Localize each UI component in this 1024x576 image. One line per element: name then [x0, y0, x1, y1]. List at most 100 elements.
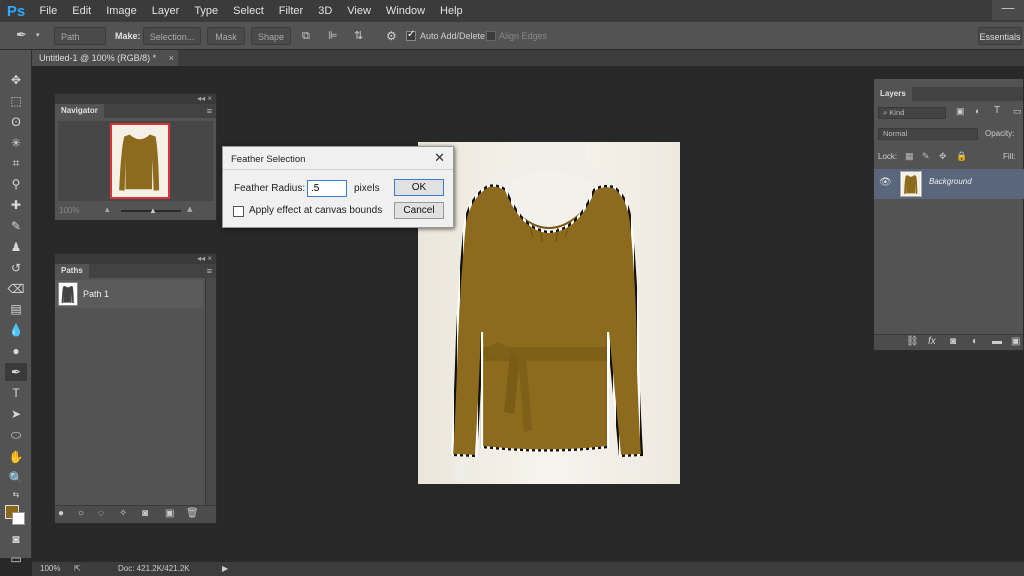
- settings-gear-icon[interactable]: ⚙: [386, 27, 397, 45]
- brush-tool-icon[interactable]: ✎: [5, 217, 27, 235]
- filter-pixel-icon[interactable]: ▣: [956, 106, 965, 117]
- auto-add-delete-checkbox[interactable]: [406, 29, 416, 41]
- make-work-path-icon[interactable]: ✧: [119, 508, 127, 519]
- filter-type-icon[interactable]: T: [994, 105, 1000, 116]
- crop-tool-icon[interactable]: ⌗: [5, 154, 27, 172]
- tool-preset-chevron-icon[interactable]: ▾: [36, 27, 40, 45]
- add-mask-icon[interactable]: ◙: [950, 336, 956, 347]
- feather-radius-input[interactable]: [307, 180, 347, 197]
- path-selection-tool-icon[interactable]: ➤: [5, 405, 27, 423]
- adjustment-layer-icon[interactable]: ◐: [972, 336, 978, 347]
- ellipse-tool-icon[interactable]: ⬭: [5, 426, 27, 444]
- magic-wand-tool-icon[interactable]: ✳: [5, 134, 27, 152]
- layer-row-background[interactable]: 👁 Background: [874, 169, 1024, 199]
- lock-position-icon[interactable]: ✥: [939, 151, 947, 162]
- lasso-tool-icon[interactable]: ʘ: [5, 113, 27, 131]
- hand-tool-icon[interactable]: ✋: [5, 448, 27, 466]
- apply-canvas-bounds-checkbox[interactable]: [233, 206, 244, 217]
- panel-collapse-controls[interactable]: ◂◂ ×: [55, 254, 216, 264]
- layer-style-fx-icon[interactable]: fx: [928, 336, 936, 347]
- cancel-button[interactable]: Cancel: [394, 202, 444, 219]
- path-arrangement-icon[interactable]: ⇅: [354, 27, 363, 45]
- trash-icon[interactable]: 🗑: [186, 508, 199, 519]
- filter-shape-icon[interactable]: ▭: [1013, 106, 1022, 117]
- path-operations-icon[interactable]: ⧉: [302, 27, 310, 45]
- panel-collapse-controls[interactable]: ◂◂ ×: [55, 94, 216, 104]
- add-mask-icon[interactable]: ◙: [142, 508, 148, 519]
- path-alignment-icon[interactable]: ⊫: [328, 27, 338, 45]
- marquee-tool-icon[interactable]: ⬚: [5, 92, 27, 110]
- eraser-tool-icon[interactable]: ⌫: [5, 280, 27, 298]
- healing-brush-tool-icon[interactable]: ✚: [5, 196, 27, 214]
- stroke-path-icon[interactable]: ○: [78, 508, 84, 519]
- document-tab[interactable]: Untitled-1 @ 100% (RGB/8) * ×: [32, 50, 178, 66]
- clone-stamp-tool-icon[interactable]: ♟: [5, 238, 27, 256]
- minimize-button[interactable]: —: [992, 0, 1024, 20]
- dodge-tool-icon[interactable]: ●: [5, 342, 27, 360]
- blend-mode-select[interactable]: Normal: [878, 128, 978, 140]
- eyedropper-tool-icon[interactable]: ⚲: [5, 175, 27, 193]
- pen-tool-icon[interactable]: ✒: [16, 26, 27, 44]
- zoom-tool-icon[interactable]: 🔍: [5, 469, 27, 487]
- menu-help[interactable]: Help: [433, 5, 471, 17]
- make-selection-button[interactable]: Selection...: [143, 27, 201, 45]
- lock-transparency-icon[interactable]: ▦: [905, 151, 914, 162]
- workspace-switcher[interactable]: Essentials: [978, 27, 1022, 45]
- menu-file[interactable]: File: [32, 5, 65, 17]
- path-list-item[interactable]: Path 1: [55, 280, 203, 308]
- zoom-out-icon[interactable]: ▴: [105, 204, 110, 215]
- menu-select[interactable]: Select: [226, 5, 272, 17]
- menu-filter[interactable]: Filter: [271, 5, 310, 17]
- doc-size-info[interactable]: Doc: 421.2K/421.2K: [118, 562, 190, 576]
- menu-edit[interactable]: Edit: [65, 5, 99, 17]
- screen-mode-icon[interactable]: ▭: [5, 550, 27, 568]
- lock-pixels-icon[interactable]: ✎: [922, 151, 930, 162]
- zoom-slider-knob[interactable]: ▲: [149, 206, 157, 215]
- menu-layer[interactable]: Layer: [144, 5, 187, 17]
- move-tool-icon[interactable]: ✥: [5, 71, 27, 89]
- close-icon[interactable]: ✕: [434, 150, 445, 166]
- status-zoom[interactable]: 100%: [40, 562, 60, 576]
- navigator-zoom-value[interactable]: 100%: [59, 206, 79, 215]
- link-layers-icon[interactable]: ⛓: [906, 336, 919, 347]
- layer-kind-filter[interactable]: ⌕ Kind: [878, 107, 946, 119]
- panel-menu-icon[interactable]: ≡: [207, 264, 212, 278]
- make-shape-button[interactable]: Shape: [251, 27, 291, 45]
- new-layer-icon[interactable]: ▣: [1011, 336, 1020, 347]
- menu-window[interactable]: Window: [378, 5, 432, 17]
- close-tab-icon[interactable]: ×: [169, 50, 174, 66]
- menu-type[interactable]: Type: [187, 5, 226, 17]
- document-canvas[interactable]: [418, 142, 680, 484]
- zoom-in-icon[interactable]: ▴: [187, 202, 193, 215]
- path-mode-select[interactable]: Path: [54, 27, 106, 45]
- make-mask-button[interactable]: Mask: [207, 27, 245, 45]
- swap-colors-icon[interactable]: ⇆: [5, 486, 27, 504]
- type-tool-icon[interactable]: T: [5, 384, 27, 402]
- quick-mask-icon[interactable]: ◙: [5, 530, 27, 548]
- pen-tool-icon[interactable]: ✒: [5, 363, 27, 381]
- new-group-icon[interactable]: ▬: [992, 336, 1002, 347]
- new-path-icon[interactable]: ▣: [165, 508, 174, 519]
- load-selection-icon[interactable]: ◌: [98, 508, 104, 519]
- tab-layers[interactable]: Layers: [874, 87, 912, 101]
- ok-button[interactable]: OK: [394, 179, 444, 196]
- navigator-preview[interactable]: [58, 121, 213, 201]
- menu-image[interactable]: Image: [99, 5, 145, 17]
- history-brush-tool-icon[interactable]: ↺: [5, 259, 27, 277]
- status-menu-arrow-icon[interactable]: ▶: [222, 562, 228, 576]
- lock-all-icon[interactable]: 🔒: [956, 151, 967, 162]
- menu-3d[interactable]: 3D: [311, 5, 340, 17]
- visibility-eye-icon[interactable]: 👁: [879, 177, 892, 188]
- fill-path-icon[interactable]: ●: [58, 508, 64, 519]
- paths-scrollbar[interactable]: [205, 278, 216, 506]
- align-edges-checkbox[interactable]: [486, 31, 496, 41]
- tab-paths[interactable]: Paths: [55, 264, 89, 278]
- background-color-swatch[interactable]: [12, 512, 25, 525]
- menu-view[interactable]: View: [340, 5, 379, 17]
- tab-navigator[interactable]: Navigator: [55, 104, 104, 118]
- filter-adjustment-icon[interactable]: ◐: [975, 106, 980, 116]
- export-icon[interactable]: ⇱: [74, 562, 81, 576]
- panel-menu-icon[interactable]: ≡: [207, 104, 212, 118]
- blur-tool-icon[interactable]: 💧: [5, 321, 27, 339]
- gradient-tool-icon[interactable]: ▤: [5, 300, 27, 318]
